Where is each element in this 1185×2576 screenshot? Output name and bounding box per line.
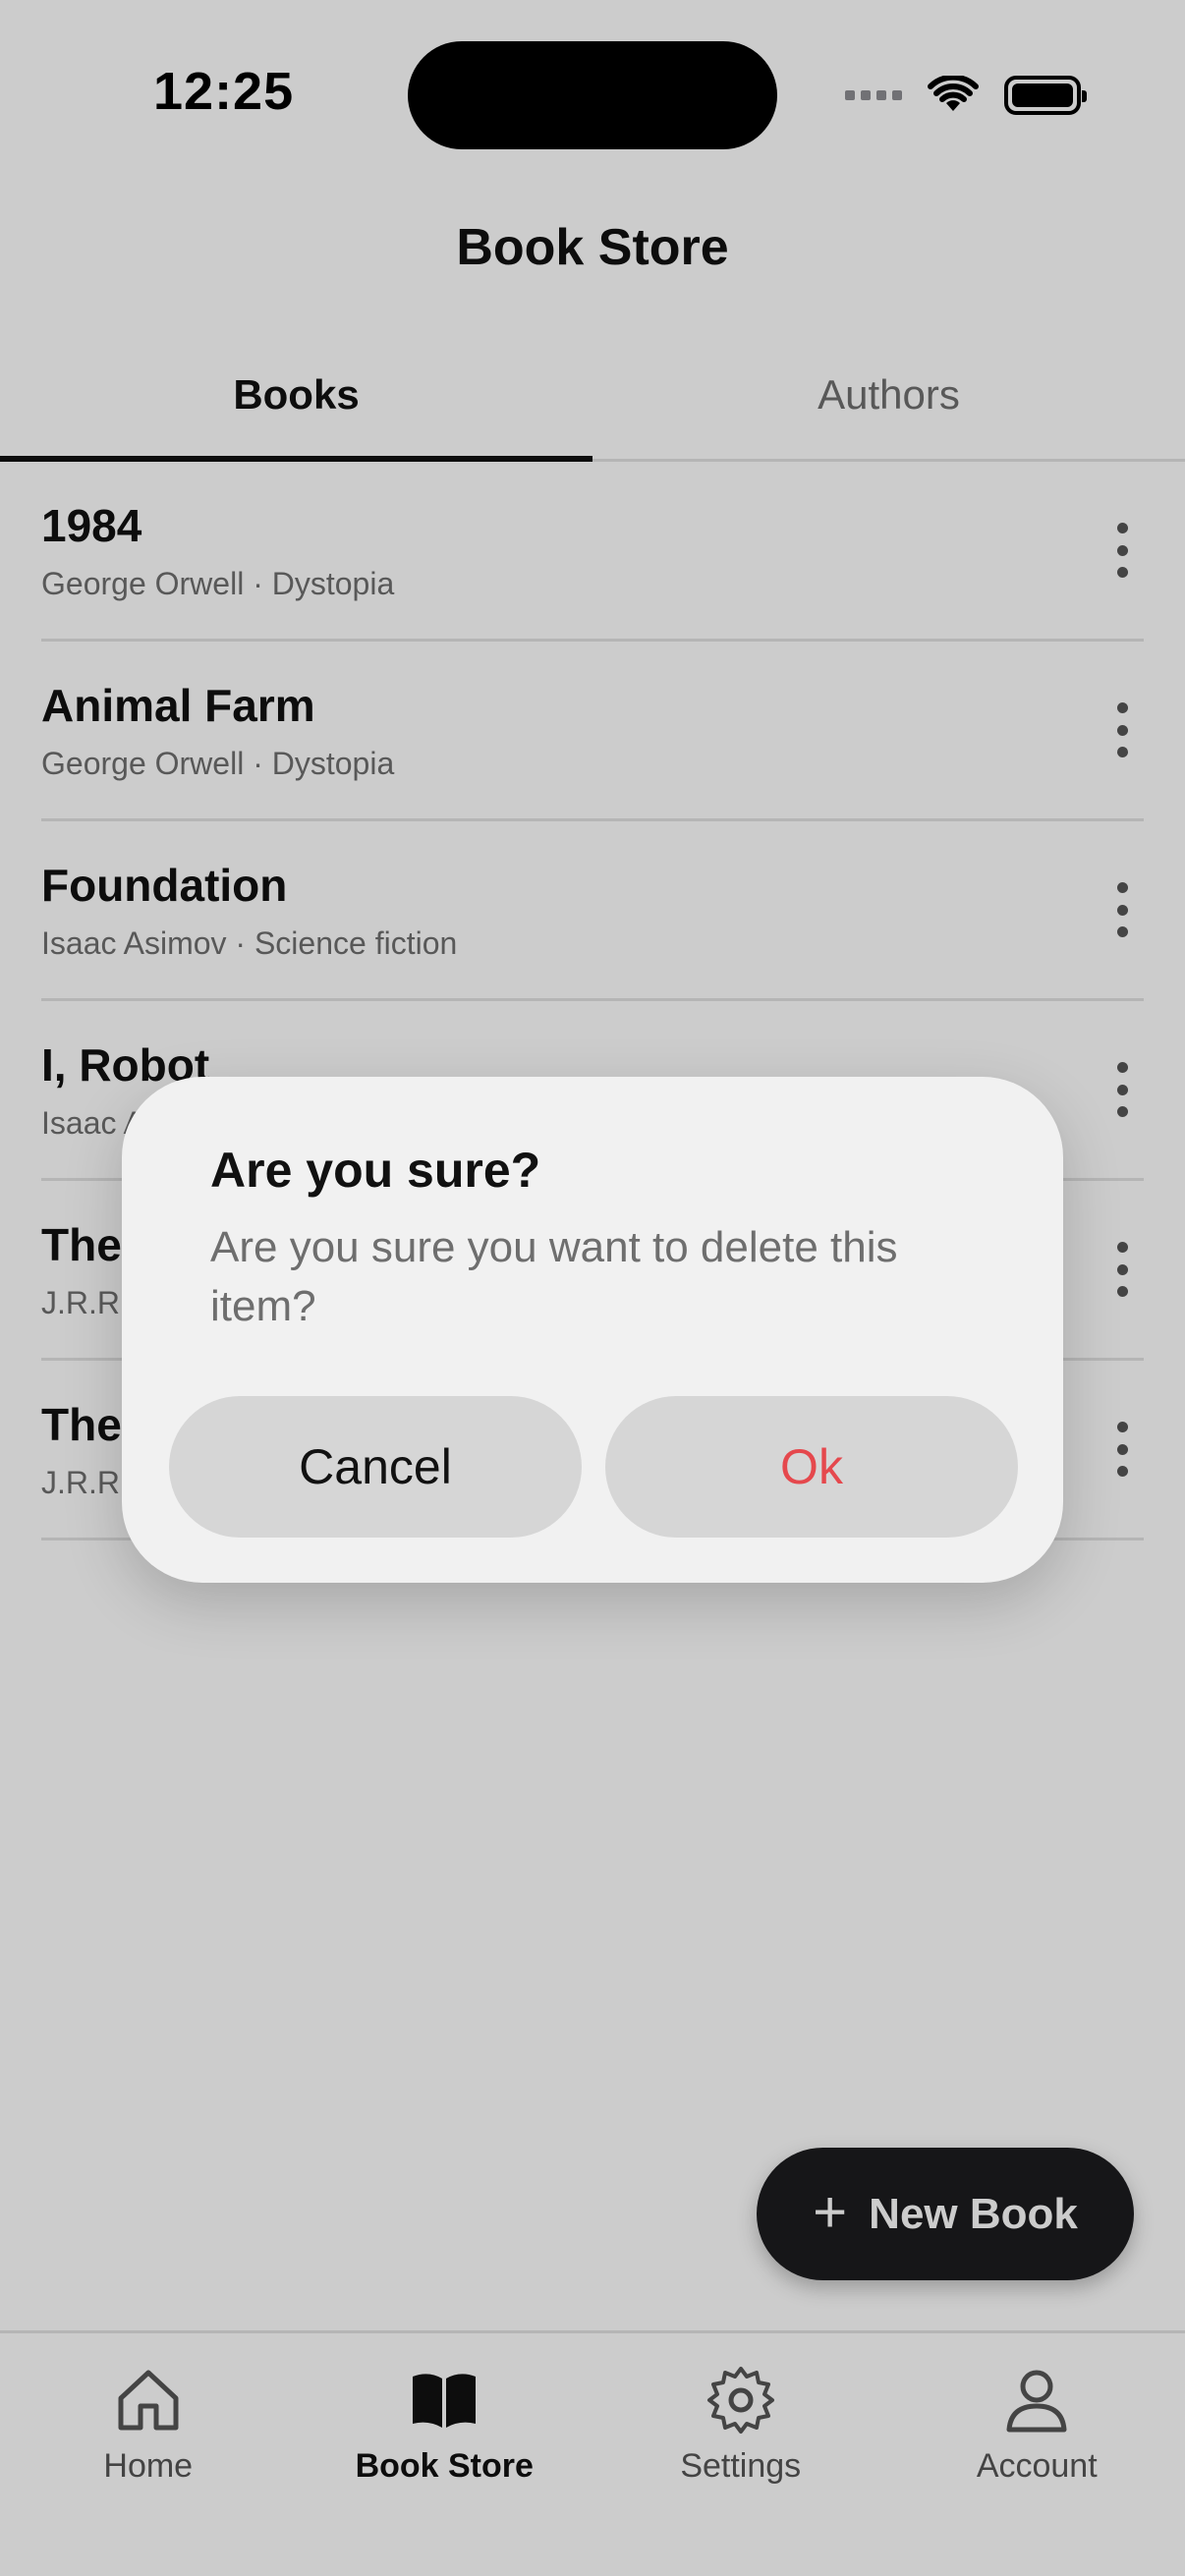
- dialog-title: Are you sure?: [210, 1143, 541, 1198]
- confirm-dialog: Are you sure? Are you sure you want to d…: [122, 1077, 1063, 1583]
- ok-button[interactable]: Ok: [605, 1396, 1018, 1538]
- app-screen: 12:25 Book Store Books Authors 1984 Geor…: [0, 0, 1185, 2576]
- dialog-message: Are you sure you want to delete this ite…: [210, 1223, 898, 1330]
- cancel-button[interactable]: Cancel: [169, 1396, 582, 1538]
